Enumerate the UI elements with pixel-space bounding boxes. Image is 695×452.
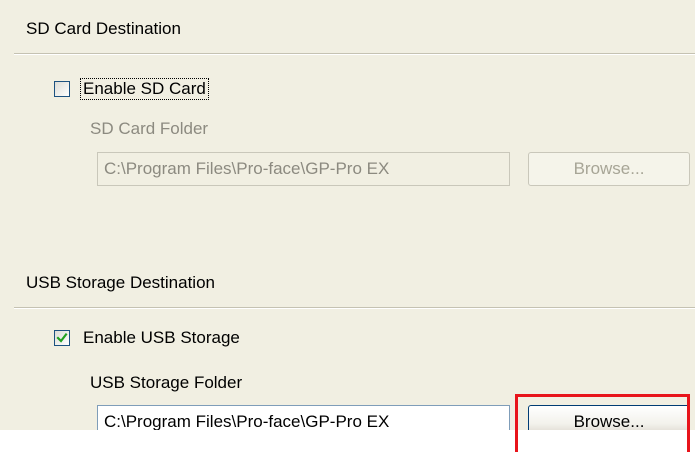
enable-usb-storage-checkbox[interactable]: [54, 330, 70, 346]
enable-sd-card-label[interactable]: Enable SD Card: [80, 78, 209, 100]
usb-storage-section-title: USB Storage Destination: [26, 273, 215, 292]
sd-card-folder-input[interactable]: [97, 152, 510, 186]
usb-storage-section-divider: [14, 307, 695, 309]
enable-usb-storage-row[interactable]: Enable USB Storage: [54, 328, 240, 348]
bottom-background-strip: [0, 430, 695, 452]
sd-card-browse-button[interactable]: Browse...: [528, 152, 690, 186]
enable-sd-card-row[interactable]: Enable SD Card: [54, 78, 209, 100]
sd-card-section-divider: [14, 53, 695, 55]
checkmark-icon: [56, 332, 68, 343]
destination-settings-panel: SD Card Destination Enable SD Card SD Ca…: [0, 0, 695, 439]
enable-sd-card-checkbox[interactable]: [54, 81, 70, 97]
sd-card-folder-label: SD Card Folder: [90, 119, 209, 138]
enable-usb-storage-label[interactable]: Enable USB Storage: [83, 328, 240, 348]
usb-storage-folder-label: USB Storage Folder: [90, 373, 243, 392]
sd-card-section-title: SD Card Destination: [26, 19, 181, 38]
